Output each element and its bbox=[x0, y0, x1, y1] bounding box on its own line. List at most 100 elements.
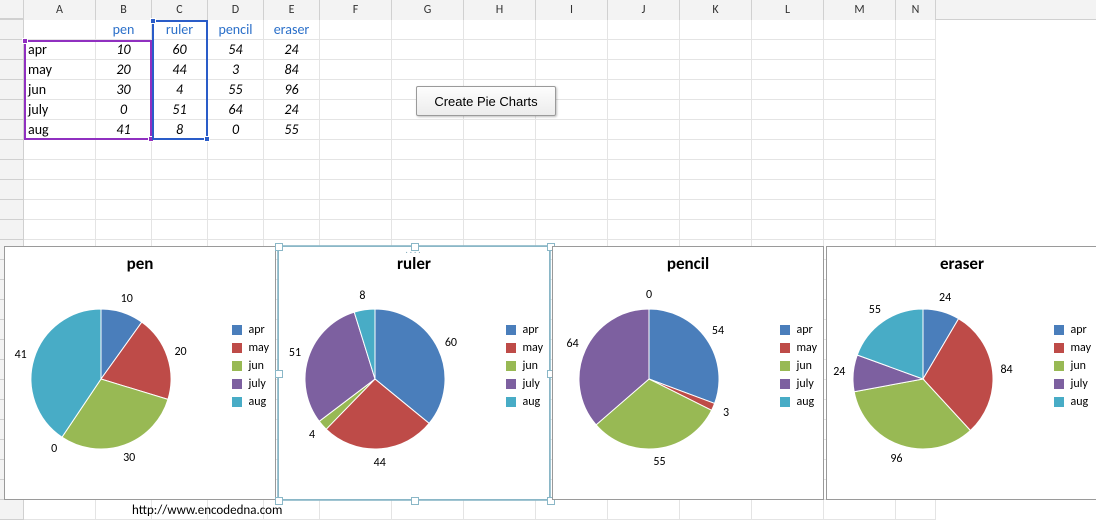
cell-C7[interactable] bbox=[152, 140, 208, 160]
cell-H9[interactable] bbox=[464, 180, 536, 200]
cell-L11[interactable] bbox=[752, 220, 824, 240]
row-header-7[interactable] bbox=[0, 140, 24, 160]
cell-M7[interactable] bbox=[824, 140, 896, 160]
cell-N8[interactable] bbox=[896, 160, 936, 180]
cell-A5[interactable]: july bbox=[24, 100, 96, 120]
cell-I8[interactable] bbox=[536, 160, 608, 180]
col-header-J[interactable]: J bbox=[608, 0, 680, 20]
cell-B8[interactable] bbox=[96, 160, 152, 180]
cell-E1[interactable]: eraser bbox=[264, 20, 320, 40]
cell-A3[interactable]: may bbox=[24, 60, 96, 80]
cell-I11[interactable] bbox=[536, 220, 608, 240]
cell-F9[interactable] bbox=[320, 180, 392, 200]
cell-G1[interactable] bbox=[392, 20, 464, 40]
cell-F1[interactable] bbox=[320, 20, 392, 40]
cell-L10[interactable] bbox=[752, 200, 824, 220]
cell-L8[interactable] bbox=[752, 160, 824, 180]
cell-F3[interactable] bbox=[320, 60, 392, 80]
cell-E8[interactable] bbox=[264, 160, 320, 180]
cell-H7[interactable] bbox=[464, 140, 536, 160]
cell-L2[interactable] bbox=[752, 40, 824, 60]
cell-J3[interactable] bbox=[608, 60, 680, 80]
cell-H11[interactable] bbox=[464, 220, 536, 240]
cell-C11[interactable] bbox=[152, 220, 208, 240]
cell-A1[interactable] bbox=[24, 20, 96, 40]
cell-A7[interactable] bbox=[24, 140, 96, 160]
row-header-2[interactable] bbox=[0, 40, 24, 60]
cell-H10[interactable] bbox=[464, 200, 536, 220]
cell-M11[interactable] bbox=[824, 220, 896, 240]
create-pie-charts-button[interactable]: Create Pie Charts bbox=[416, 86, 556, 116]
cell-K6[interactable] bbox=[680, 120, 752, 140]
cell-C6[interactable]: 8 bbox=[152, 120, 208, 140]
cell-C9[interactable] bbox=[152, 180, 208, 200]
cell-J1[interactable] bbox=[608, 20, 680, 40]
cell-K4[interactable] bbox=[680, 80, 752, 100]
cell-L4[interactable] bbox=[752, 80, 824, 100]
col-header-E[interactable]: E bbox=[264, 0, 320, 20]
cell-M5[interactable] bbox=[824, 100, 896, 120]
cell-J5[interactable] bbox=[608, 100, 680, 120]
cell-J7[interactable] bbox=[608, 140, 680, 160]
cell-J10[interactable] bbox=[608, 200, 680, 220]
cell-G3[interactable] bbox=[392, 60, 464, 80]
cell-I9[interactable] bbox=[536, 180, 608, 200]
col-header-K[interactable]: K bbox=[680, 0, 752, 20]
cell-M6[interactable] bbox=[824, 120, 896, 140]
cell-D4[interactable]: 55 bbox=[208, 80, 264, 100]
cell-A2[interactable]: apr bbox=[24, 40, 96, 60]
cell-B6[interactable]: 41 bbox=[96, 120, 152, 140]
cell-F25[interactable] bbox=[320, 500, 392, 520]
cell-N11[interactable] bbox=[896, 220, 936, 240]
col-header-F[interactable]: F bbox=[320, 0, 392, 20]
cell-L9[interactable] bbox=[752, 180, 824, 200]
cell-N6[interactable] bbox=[896, 120, 936, 140]
cell-G8[interactable] bbox=[392, 160, 464, 180]
cell-G25[interactable] bbox=[392, 500, 464, 520]
cell-A8[interactable] bbox=[24, 160, 96, 180]
cell-K9[interactable] bbox=[680, 180, 752, 200]
cell-E6[interactable]: 55 bbox=[264, 120, 320, 140]
cell-B4[interactable]: 30 bbox=[96, 80, 152, 100]
cell-I10[interactable] bbox=[536, 200, 608, 220]
cell-D6[interactable]: 0 bbox=[208, 120, 264, 140]
col-header-L[interactable]: L bbox=[752, 0, 824, 20]
col-header-M[interactable]: M bbox=[824, 0, 896, 20]
cell-N4[interactable] bbox=[896, 80, 936, 100]
cell-J2[interactable] bbox=[608, 40, 680, 60]
cell-J8[interactable] bbox=[608, 160, 680, 180]
cell-K2[interactable] bbox=[680, 40, 752, 60]
cell-K8[interactable] bbox=[680, 160, 752, 180]
row-header-1[interactable] bbox=[0, 20, 24, 40]
cell-I2[interactable] bbox=[536, 40, 608, 60]
cell-N7[interactable] bbox=[896, 140, 936, 160]
cell-G10[interactable] bbox=[392, 200, 464, 220]
cell-C2[interactable]: 60 bbox=[152, 40, 208, 60]
cell-N3[interactable] bbox=[896, 60, 936, 80]
cell-G11[interactable] bbox=[392, 220, 464, 240]
cell-D3[interactable]: 3 bbox=[208, 60, 264, 80]
col-header-G[interactable]: G bbox=[392, 0, 464, 20]
row-header-8[interactable] bbox=[0, 160, 24, 180]
cell-M1[interactable] bbox=[824, 20, 896, 40]
chart-resize-handle[interactable] bbox=[275, 370, 283, 378]
cell-K25[interactable] bbox=[680, 500, 752, 520]
row-header-4[interactable] bbox=[0, 80, 24, 100]
cell-B3[interactable]: 20 bbox=[96, 60, 152, 80]
cell-J4[interactable] bbox=[608, 80, 680, 100]
row-header-10[interactable] bbox=[0, 200, 24, 220]
cell-F6[interactable] bbox=[320, 120, 392, 140]
cell-E11[interactable] bbox=[264, 220, 320, 240]
cell-H2[interactable] bbox=[464, 40, 536, 60]
cell-A6[interactable]: aug bbox=[24, 120, 96, 140]
cell-G9[interactable] bbox=[392, 180, 464, 200]
col-header-A[interactable]: A bbox=[24, 0, 96, 20]
cell-J11[interactable] bbox=[608, 220, 680, 240]
chart-resize-handle[interactable] bbox=[411, 243, 419, 251]
cell-F2[interactable] bbox=[320, 40, 392, 60]
cell-A4[interactable]: jun bbox=[24, 80, 96, 100]
cell-M10[interactable] bbox=[824, 200, 896, 220]
col-header-N[interactable]: N bbox=[896, 0, 936, 20]
cell-E4[interactable]: 96 bbox=[264, 80, 320, 100]
cell-L25[interactable] bbox=[752, 500, 824, 520]
